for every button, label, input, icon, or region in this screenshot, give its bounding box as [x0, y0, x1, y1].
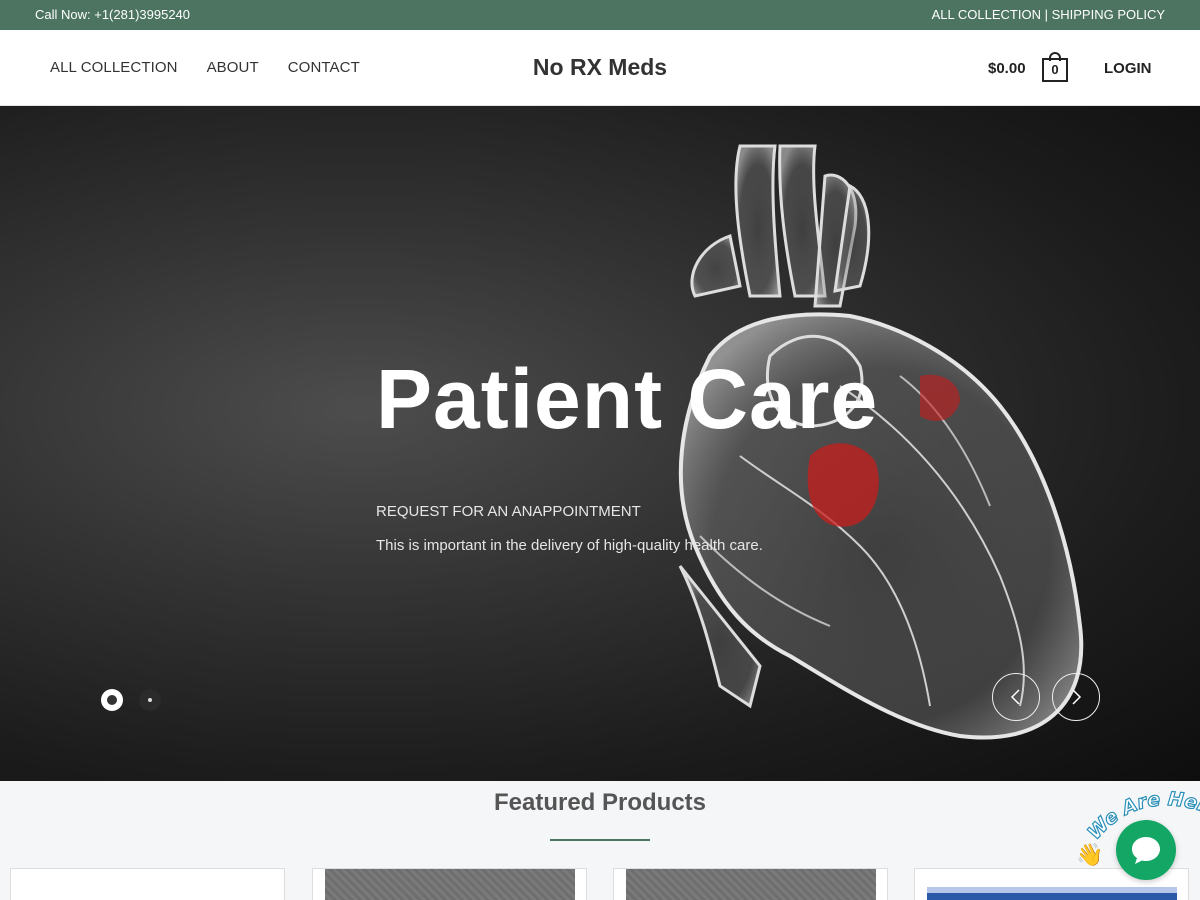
top-link-separator: | — [1040, 7, 1052, 22]
chevron-right-icon — [1072, 689, 1082, 705]
site-logo[interactable]: No RX Meds — [533, 54, 667, 80]
hero-subtitle: REQUEST FOR AN ANAPPOINTMENT — [376, 503, 641, 520]
product-image[interactable] — [325, 869, 575, 900]
slider-pagination — [101, 689, 161, 711]
chat-bubble-icon — [1132, 837, 1160, 864]
hero-title: Patient Care — [376, 352, 879, 446]
call-now-text: Call Now: +1(281)3995240 — [35, 7, 191, 22]
product-image[interactable] — [23, 869, 273, 900]
product-card[interactable] — [312, 868, 587, 900]
product-card[interactable] — [10, 868, 285, 900]
heading-underline — [550, 839, 650, 841]
site-header: ALL COLLECTION ABOUT CONTACT No RX Meds … — [0, 30, 1200, 106]
nav-all-collection[interactable]: ALL COLLECTION — [50, 59, 178, 76]
slide-dot-2[interactable] — [139, 689, 161, 711]
hero-description: This is important in the delivery of hig… — [376, 537, 763, 554]
top-links: ALL COLLECTION | SHIPPING POLICY — [932, 7, 1165, 22]
chevron-left-icon — [1010, 689, 1020, 705]
top-link-all-collection[interactable]: ALL COLLECTION — [932, 7, 1041, 22]
featured-products-heading: Featured Products — [493, 789, 707, 816]
shopping-bag-icon[interactable]: 0 — [1042, 52, 1068, 82]
nav-contact[interactable]: CONTACT — [288, 59, 360, 76]
product-image[interactable] — [626, 869, 876, 900]
cart-count: 0 — [1042, 58, 1068, 82]
top-link-shipping-policy[interactable]: SHIPPING POLICY — [1052, 7, 1165, 22]
cart-total[interactable]: $0.00 — [988, 60, 1026, 77]
slide-dot-1[interactable] — [101, 689, 123, 711]
slider-prev-button[interactable] — [992, 673, 1040, 721]
nav-about[interactable]: ABOUT — [207, 59, 259, 76]
product-card[interactable] — [613, 868, 888, 900]
waving-hand-icon: 👋 — [1076, 842, 1103, 866]
hero-slider: Patient Care REQUEST FOR AN ANAPPOINTMEN… — [0, 106, 1200, 781]
live-chat-button[interactable] — [1116, 820, 1176, 880]
top-bar: Call Now: +1(281)3995240 ALL COLLECTION … — [0, 0, 1200, 30]
login-link[interactable]: LOGIN — [1104, 60, 1152, 77]
slider-next-button[interactable] — [1052, 673, 1100, 721]
main-nav: ALL COLLECTION ABOUT CONTACT — [50, 59, 360, 76]
